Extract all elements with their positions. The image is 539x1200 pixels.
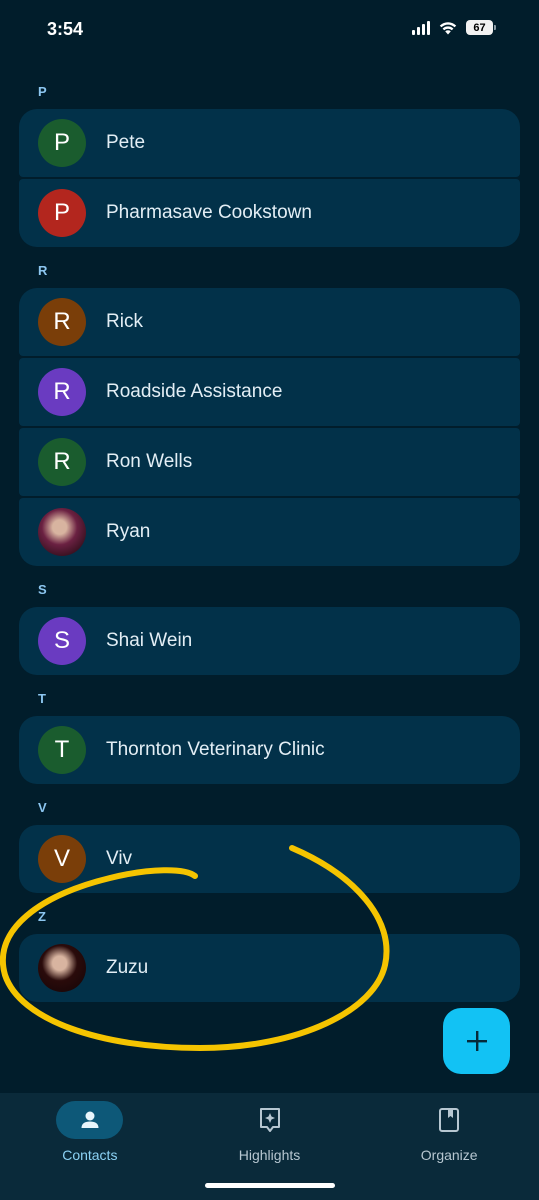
contact-name: Zuzu bbox=[106, 957, 149, 978]
contact-name: Viv bbox=[106, 848, 133, 869]
section-header: S bbox=[38, 582, 47, 597]
contact-name: Ron Wells bbox=[106, 451, 193, 472]
sparkle-icon bbox=[259, 1108, 280, 1132]
contact-letter-avatar: R bbox=[38, 368, 86, 416]
contact-name: Shai Wein bbox=[106, 630, 193, 651]
contact-group: Zuzu bbox=[19, 934, 520, 1002]
plus-icon bbox=[466, 1031, 487, 1051]
contact-row[interactable]: S Shai Wein bbox=[19, 607, 520, 675]
contact-letter-avatar: P bbox=[38, 119, 86, 167]
contact-letter-avatar: R bbox=[38, 298, 86, 346]
contact-name: Roadside Assistance bbox=[106, 381, 283, 402]
contact-row[interactable]: R Ron Wells bbox=[19, 428, 520, 496]
contact-row[interactable]: V Viv bbox=[19, 825, 520, 893]
nav-organize[interactable]: Organize bbox=[359, 1093, 539, 1200]
contact-row[interactable]: P Pete bbox=[19, 109, 520, 177]
contact-row[interactable]: T Thornton Veterinary Clinic bbox=[19, 716, 520, 784]
section-header: R bbox=[38, 263, 48, 278]
status-time: 3:54 bbox=[47, 19, 84, 39]
person-icon bbox=[81, 1111, 99, 1128]
contact-row[interactable]: Ryan bbox=[19, 498, 520, 566]
battery-indicator: 67 bbox=[466, 20, 496, 35]
cell-signal-icon bbox=[412, 20, 430, 35]
status-icons: 67 bbox=[412, 20, 496, 35]
contact-name: Ryan bbox=[106, 521, 151, 542]
contact-name: Thornton Veterinary Clinic bbox=[106, 739, 325, 760]
home-indicator[interactable] bbox=[205, 1183, 335, 1188]
contact-row[interactable]: R Roadside Assistance bbox=[19, 358, 520, 426]
contact-group: S Shai Wein bbox=[19, 607, 520, 675]
bookmark-icon bbox=[439, 1108, 460, 1132]
nav-contacts-pill bbox=[56, 1101, 124, 1139]
contact-row[interactable]: Zuzu bbox=[19, 934, 520, 1002]
contact-letter-avatar: V bbox=[38, 835, 86, 883]
wifi-icon bbox=[439, 22, 457, 35]
section-header: Z bbox=[38, 909, 46, 924]
contact-group: T Thornton Veterinary Clinic bbox=[19, 716, 520, 784]
nav-contacts[interactable]: Contacts bbox=[0, 1093, 180, 1200]
add-contact-button[interactable] bbox=[443, 1008, 510, 1074]
contact-row[interactable]: R Rick bbox=[19, 288, 520, 356]
contact-letter-avatar: R bbox=[38, 438, 86, 486]
contact-name: Rick bbox=[106, 311, 143, 332]
nav-organize-label: Organize bbox=[420, 1147, 478, 1163]
contact-name: Pharmasave Cookstown bbox=[106, 202, 312, 223]
nav-contacts-label: Contacts bbox=[62, 1147, 118, 1163]
section-header: V bbox=[38, 800, 47, 815]
contact-group: V Viv bbox=[19, 825, 520, 893]
contact-photo-avatar bbox=[38, 508, 86, 556]
nav-highlights-label: Highlights bbox=[238, 1147, 301, 1163]
contact-letter-avatar: T bbox=[38, 726, 86, 774]
nav-highlights-pill bbox=[236, 1101, 303, 1139]
contact-list: P P Pete P Pharmasave Cookstown R R Rick R Roadsi… bbox=[19, 78, 520, 1012]
contact-group: R Rick R Roadside Assistance R Ron Wells Ryan bbox=[19, 288, 520, 566]
contact-letter-avatar: P bbox=[38, 189, 86, 237]
nav-organize-pill bbox=[416, 1101, 483, 1139]
status-bar: 3:54 67 bbox=[0, 0, 539, 60]
contact-group: P Pete P Pharmasave Cookstown bbox=[19, 109, 520, 247]
contacts-screen: 3:54 67 P P Pete P Pharmasave Cookstown R R Ric… bbox=[0, 0, 539, 1200]
contact-name: Pete bbox=[106, 132, 146, 153]
contact-letter-avatar: S bbox=[38, 617, 86, 665]
section-header: P bbox=[38, 84, 47, 99]
contact-row[interactable]: P Pharmasave Cookstown bbox=[19, 179, 520, 247]
contact-photo-avatar bbox=[38, 944, 86, 992]
section-header: T bbox=[38, 691, 46, 706]
